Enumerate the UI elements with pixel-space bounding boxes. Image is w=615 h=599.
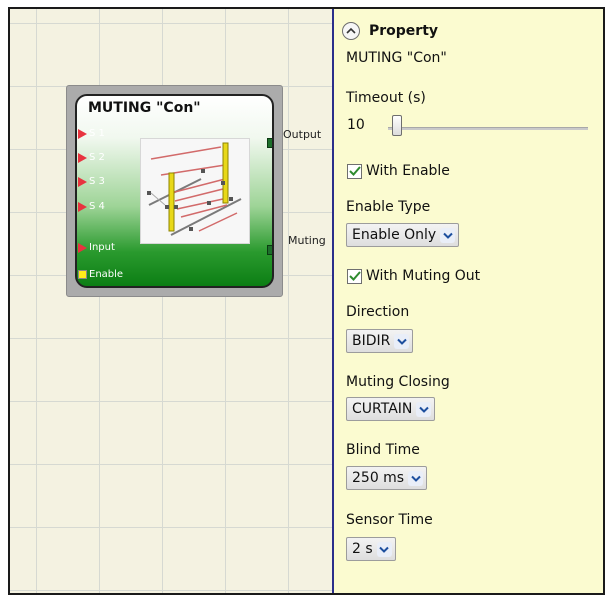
muting-closing-select[interactable]: CURTAIN bbox=[346, 397, 436, 421]
light-curtain-illustration bbox=[147, 142, 242, 236]
timeout-label: Timeout (s) bbox=[346, 90, 426, 106]
checkmark-icon bbox=[348, 271, 361, 281]
app-window: MUTING "Con" S 1 S 2 S 3 S 4 Input Enabl… bbox=[8, 7, 605, 595]
enable-type-value: Enable Only bbox=[352, 227, 437, 243]
checkmark-icon bbox=[348, 166, 361, 176]
output-pin-output[interactable] bbox=[267, 138, 272, 148]
with-muting-out-checkbox[interactable]: With Muting Out bbox=[347, 267, 480, 285]
block-name-label: MUTING "Con" bbox=[346, 50, 447, 66]
muting-block-body[interactable]: MUTING "Con" S 1 S 2 S 3 S 4 Input Enabl… bbox=[75, 94, 274, 288]
direction-select[interactable]: BIDIR bbox=[346, 329, 414, 353]
input-pin-label: S 1 bbox=[89, 128, 105, 139]
output-label-muting: Muting bbox=[288, 234, 326, 247]
timeout-slider-thumb[interactable] bbox=[391, 115, 402, 136]
enable-pin-icon bbox=[78, 270, 87, 279]
chevron-down-icon[interactable] bbox=[376, 541, 392, 557]
with-enable-label: With Enable bbox=[366, 163, 450, 179]
sensor-time-select[interactable]: 2 s bbox=[346, 537, 396, 561]
direction-value: BIDIR bbox=[352, 333, 391, 349]
input-pin-s2[interactable]: S 2 bbox=[77, 152, 137, 164]
chevron-down-icon[interactable] bbox=[408, 470, 424, 486]
timeout-slider-track[interactable] bbox=[388, 127, 588, 130]
output-pin-muting[interactable] bbox=[267, 245, 272, 255]
input-pin-s1[interactable]: S 1 bbox=[77, 128, 137, 140]
input-pin-label: S 2 bbox=[89, 152, 105, 163]
blind-time-label: Blind Time bbox=[346, 442, 420, 458]
input-pin-input[interactable]: Input bbox=[77, 242, 137, 254]
input-arrow-icon bbox=[78, 129, 87, 139]
direction-label: Direction bbox=[346, 304, 410, 320]
block-title: MUTING "Con" bbox=[88, 100, 201, 116]
enable-type-label: Enable Type bbox=[346, 199, 431, 215]
enable-type-select[interactable]: Enable Only bbox=[346, 223, 460, 247]
input-pin-label: Enable bbox=[89, 269, 124, 280]
sensor-time-label: Sensor Time bbox=[346, 512, 433, 528]
muting-closing-label: Muting Closing bbox=[346, 374, 450, 390]
checkbox-box[interactable] bbox=[347, 163, 362, 179]
property-panel: Property MUTING "Con" Timeout (s) 10 Wit… bbox=[334, 9, 603, 593]
muting-light-curtain-icon bbox=[140, 138, 250, 244]
with-muting-out-label: With Muting Out bbox=[366, 268, 481, 284]
chevron-up-icon bbox=[346, 27, 356, 34]
input-arrow-icon bbox=[78, 202, 87, 212]
chevron-down-icon[interactable] bbox=[440, 227, 456, 243]
design-canvas[interactable]: MUTING "Con" S 1 S 2 S 3 S 4 Input Enabl… bbox=[10, 9, 332, 593]
input-pin-enable[interactable]: Enable bbox=[77, 269, 137, 281]
muting-function-block[interactable]: MUTING "Con" S 1 S 2 S 3 S 4 Input Enabl… bbox=[66, 85, 326, 297]
input-pin-label: Input bbox=[89, 242, 115, 253]
input-arrow-icon bbox=[78, 243, 87, 253]
input-pin-label: S 4 bbox=[89, 201, 105, 212]
input-pin-s4[interactable]: S 4 bbox=[77, 201, 137, 213]
property-title: Property bbox=[369, 23, 439, 39]
muting-closing-value: CURTAIN bbox=[352, 401, 413, 417]
checkbox-box[interactable] bbox=[347, 268, 362, 284]
collapse-button[interactable] bbox=[342, 22, 360, 40]
sensor-time-value: 2 s bbox=[352, 541, 373, 557]
timeout-value: 10 bbox=[347, 117, 365, 133]
input-pin-s3[interactable]: S 3 bbox=[77, 176, 137, 188]
output-label-output: Output bbox=[283, 128, 322, 141]
input-arrow-icon bbox=[78, 153, 87, 163]
chevron-down-icon[interactable] bbox=[416, 401, 432, 417]
input-arrow-icon bbox=[78, 177, 87, 187]
blind-time-select[interactable]: 250 ms bbox=[346, 466, 428, 490]
blind-time-value: 250 ms bbox=[352, 470, 405, 486]
chevron-down-icon[interactable] bbox=[394, 333, 410, 349]
input-pin-label: S 3 bbox=[89, 176, 105, 187]
with-enable-checkbox[interactable]: With Enable bbox=[347, 162, 450, 180]
